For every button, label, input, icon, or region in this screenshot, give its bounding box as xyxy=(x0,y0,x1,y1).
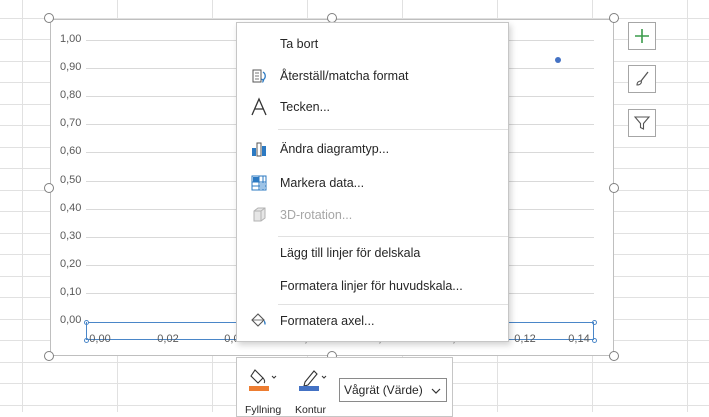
resize-handle[interactable] xyxy=(609,351,619,361)
y-tick-label: 0,80 xyxy=(60,89,82,101)
reset-format-icon xyxy=(249,66,269,86)
resize-handle[interactable] xyxy=(44,13,54,23)
menu-separator xyxy=(278,129,508,130)
menu-item-label: Ta bort xyxy=(280,37,319,51)
paint-bucket-icon xyxy=(249,369,277,391)
menu-item-label: Ändra diagramtyp... xyxy=(280,142,390,156)
menu-item-label: Markera data... xyxy=(280,176,365,190)
select-data-icon xyxy=(249,173,269,193)
plus-icon xyxy=(635,29,649,43)
y-tick-label: 0,60 xyxy=(60,145,82,157)
y-tick-label: 0,90 xyxy=(60,61,82,73)
menu-item-label: Lägg till linjer för delskala xyxy=(280,246,421,260)
y-tick-label: 0,50 xyxy=(60,174,82,186)
resize-handle[interactable] xyxy=(44,183,54,193)
menu-item-label: Återställ/matcha format xyxy=(280,69,409,83)
menu-item-3d-rotation[interactable]: 3D-rotation... xyxy=(237,200,508,230)
chart-type-icon xyxy=(249,139,269,159)
x-tick-label: 0,14 xyxy=(568,333,590,345)
chart-filters-button[interactable] xyxy=(628,109,656,137)
y-tick-label: 0,40 xyxy=(60,202,82,214)
pen-icon xyxy=(299,370,327,391)
fill-button[interactable] xyxy=(245,366,279,394)
outline-label: Kontur xyxy=(295,404,326,416)
menu-item-delete[interactable]: Ta bort xyxy=(237,29,508,59)
menu-separator xyxy=(278,304,508,305)
chart-elements-button[interactable] xyxy=(628,22,656,50)
menu-item-format-major-gridlines[interactable]: Formatera linjer för huvudskala... xyxy=(237,271,508,301)
filter-icon xyxy=(633,116,651,130)
outline-button[interactable] xyxy=(295,366,329,394)
chart-styles-button[interactable] xyxy=(628,65,656,93)
menu-item-label: Formatera linjer för huvudskala... xyxy=(280,279,463,293)
3d-rotation-icon xyxy=(249,205,269,225)
x-tick-label: 0,12 xyxy=(514,333,536,345)
menu-item-change-chart-type[interactable]: Ändra diagramtyp... xyxy=(237,134,508,164)
menu-item-font[interactable]: Tecken... xyxy=(237,92,508,122)
chart-element-select[interactable]: Vågrät (Värde) xyxy=(339,378,447,402)
font-icon xyxy=(249,97,269,117)
menu-item-select-data[interactable]: Markera data... xyxy=(237,168,508,198)
chart-element-select-value: Vågrät (Värde) xyxy=(344,383,423,397)
mini-toolbar: Fyllning Kontur Vågrät (Värde) xyxy=(236,357,453,417)
x-tick-label: 0,02 xyxy=(157,333,179,345)
y-tick-label: 0,70 xyxy=(60,117,82,129)
context-menu: Ta bort Återställ/matcha format Tecken..… xyxy=(236,22,509,342)
x-tick-label: 0,00 xyxy=(89,333,111,345)
chevron-down-icon xyxy=(431,388,441,394)
menu-item-add-minor-gridlines[interactable]: Lägg till linjer för delskala xyxy=(237,238,508,268)
y-tick-label: 0,30 xyxy=(60,230,82,242)
menu-item-label: 3D-rotation... xyxy=(280,208,353,222)
y-tick-label: 0,20 xyxy=(60,258,82,270)
y-tick-label: 1,00 xyxy=(60,33,82,45)
format-axis-icon xyxy=(249,311,269,331)
y-tick-label: 0,10 xyxy=(60,286,82,298)
menu-item-label: Formatera axel... xyxy=(280,314,375,328)
resize-handle[interactable] xyxy=(609,13,619,23)
data-point[interactable] xyxy=(554,56,561,63)
resize-handle[interactable] xyxy=(609,183,619,193)
menu-separator xyxy=(278,236,508,237)
menu-item-format-axis[interactable]: Formatera axel... xyxy=(237,306,508,336)
menu-item-label: Tecken... xyxy=(280,100,331,114)
fill-label: Fyllning xyxy=(245,404,282,416)
menu-item-reset-format[interactable]: Återställ/matcha format xyxy=(237,61,508,91)
resize-handle[interactable] xyxy=(44,351,54,361)
brush-icon xyxy=(636,71,649,86)
